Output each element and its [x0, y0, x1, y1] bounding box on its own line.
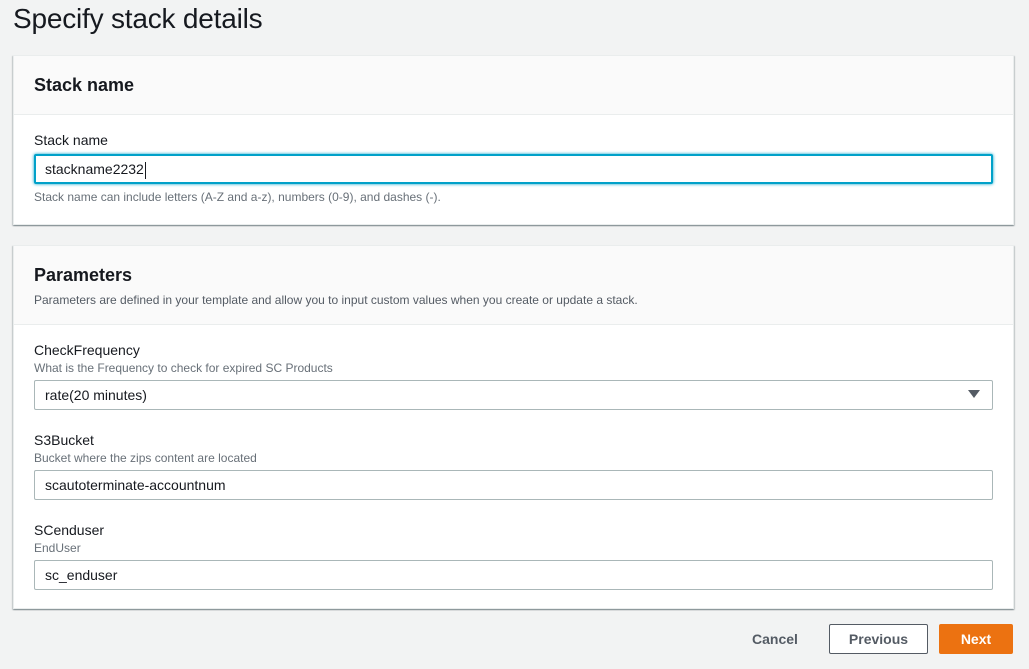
stack-name-label: Stack name [34, 132, 108, 148]
stack-name-panel: Stack name Stack name stackname2232 Stac… [13, 55, 1014, 225]
param-label: S3Bucket [34, 432, 94, 448]
param-label: SCenduser [34, 522, 105, 538]
stack-name-input-value: stackname2232 [45, 161, 144, 177]
parameters-panel-title: Parameters [34, 265, 133, 285]
checkfrequency-select[interactable]: rate(20 minutes) [34, 380, 993, 410]
scenduser-input-value: sc_enduser [45, 567, 118, 583]
param-description: Bucket where the zips content are locate… [34, 451, 257, 465]
param-scenduser: SCenduser EndUser [34, 522, 104, 555]
parameters-panel: Parameters Parameters are defined in you… [13, 245, 1014, 609]
parameters-panel-header: Parameters Parameters are defined in you… [14, 246, 1013, 325]
stack-name-constraint: Stack name can include letters (A-Z and … [34, 190, 441, 204]
stack-name-panel-header: Stack name [14, 56, 1013, 115]
stack-name-panel-title: Stack name [34, 75, 135, 95]
scenduser-input[interactable]: sc_enduser [34, 560, 993, 590]
text-caret [144, 161, 146, 179]
param-checkfrequency: CheckFrequency What is the Frequency to … [34, 342, 333, 375]
cancel-button[interactable]: Cancel [740, 624, 810, 654]
parameters-panel-description: Parameters are defined in your template … [34, 293, 638, 307]
stack-name-input[interactable]: stackname2232 [34, 154, 993, 184]
param-label: CheckFrequency [34, 342, 140, 358]
checkfrequency-selected-value: rate(20 minutes) [45, 387, 147, 403]
s3bucket-input[interactable]: scautoterminate-accountnum [34, 470, 993, 500]
param-description: EndUser [34, 541, 81, 555]
param-description: What is the Frequency to check for expir… [34, 361, 333, 375]
next-button[interactable]: Next [939, 624, 1013, 654]
previous-button[interactable]: Previous [829, 624, 928, 654]
param-s3bucket: S3Bucket Bucket where the zips content a… [34, 432, 257, 465]
caret-down-icon [968, 390, 980, 398]
page-title: Specify stack details [13, 3, 263, 34]
s3bucket-input-value: scautoterminate-accountnum [45, 477, 226, 493]
